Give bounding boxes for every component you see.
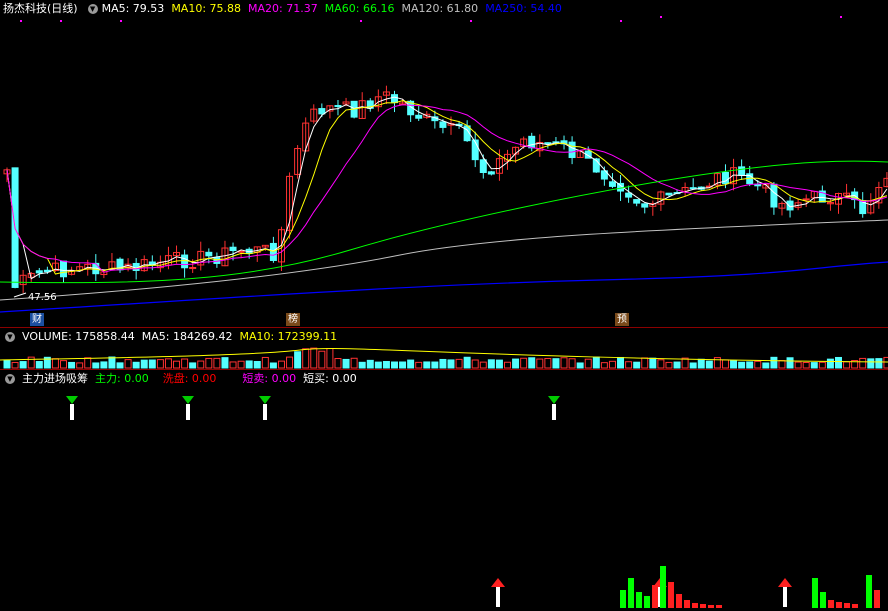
signal-histogram-bar <box>866 575 872 608</box>
buy-signal-triangle <box>182 396 194 404</box>
signal-histogram-bar <box>660 566 666 608</box>
signal-histogram-bar <box>716 605 722 608</box>
buy-signal-bar <box>552 404 556 420</box>
signal-histogram-bar <box>684 600 690 608</box>
wash-signal-arrow <box>778 578 792 587</box>
buy-signal-triangle <box>66 396 78 404</box>
signal-histogram-bar <box>644 596 650 608</box>
signal-histogram-bar <box>708 605 714 608</box>
wash-signal-arrow <box>491 578 505 587</box>
signal-histogram-bar <box>676 594 682 608</box>
signal-histogram-bar <box>700 604 706 608</box>
wash-signal-bar <box>496 587 500 607</box>
buy-signal-bar <box>186 404 190 420</box>
signal-histogram-bar <box>852 604 858 608</box>
signal-histogram-bar <box>812 578 818 608</box>
signal-histogram-bar <box>668 582 674 608</box>
signal-histogram-bar <box>652 585 658 608</box>
signal-histogram-bar <box>836 602 842 608</box>
buy-signal-bar <box>263 404 267 420</box>
signal-histogram-bar <box>828 600 834 608</box>
stock-chart-window[interactable]: 扬杰科技(日线) ▼ MA5: 79.53 MA10: 75.88 MA20: … <box>0 0 888 611</box>
signal-histogram-bar <box>874 590 880 608</box>
signal-histogram-bar <box>692 603 698 608</box>
signal-histogram-bar <box>844 603 850 608</box>
buy-signal-triangle <box>548 396 560 404</box>
buy-signal-triangle <box>259 396 271 404</box>
signal-chart[interactable] <box>0 0 888 611</box>
buy-signal-bar <box>70 404 74 420</box>
signal-histogram-bar <box>820 592 826 608</box>
signal-histogram-bar <box>620 590 626 608</box>
signal-histogram-bar <box>636 592 642 608</box>
signal-histogram-bar <box>628 578 634 608</box>
wash-signal-bar <box>783 587 787 607</box>
